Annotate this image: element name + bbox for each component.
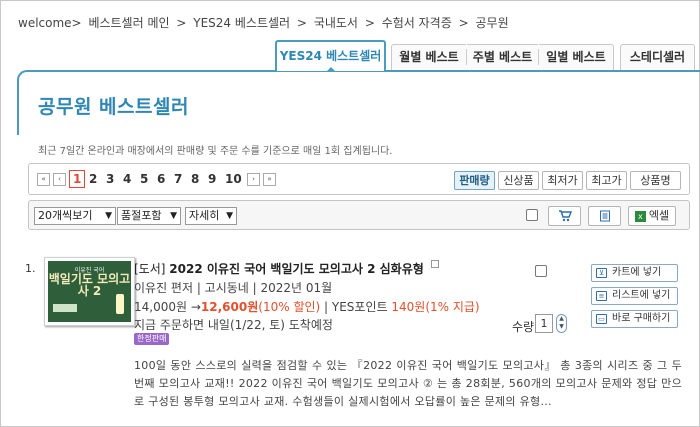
stock-filter-value: 품절포함 (121, 209, 162, 222)
limited-sale-badge: 한정판매 (134, 333, 170, 345)
per-page-select[interactable]: 20개씩보기 ▼ (34, 207, 116, 225)
list-icon (599, 210, 610, 222)
sort-name-button[interactable]: 상품명 (630, 171, 681, 190)
breadcrumb-yes24-bestseller[interactable]: YES24 베스트셀러 (193, 16, 290, 30)
author-publisher: 이유진 편저 | 고시동네 | 2022년 01월 (134, 281, 333, 295)
points-value: 140원 (391, 300, 426, 314)
tab-monthly-best[interactable]: 월별 베스트 (391, 44, 466, 71)
tab-steady-seller[interactable]: 스테디셀러 (620, 44, 695, 71)
delivery-info: 지금 주문하면 내일(1/22, 토) 도착예정 (134, 318, 333, 332)
page-5[interactable]: 5 (140, 172, 148, 186)
discount-rate: (10% 할인) (258, 300, 321, 314)
breadcrumb-sep: > (296, 16, 307, 30)
breadcrumb-sep: > (364, 16, 375, 30)
chevron-down-icon: ▼ (226, 211, 233, 221)
next-page-icon[interactable]: › (247, 173, 260, 186)
page-6[interactable]: 6 (157, 172, 165, 186)
sort-new-button[interactable]: 신상품 (498, 171, 539, 190)
sort-lowest-price-button[interactable]: 최저가 (542, 171, 583, 190)
product-checkbox[interactable] (535, 265, 547, 277)
per-page-value: 20개씩보기 (38, 209, 93, 222)
breadcrumb-welcome[interactable]: welcome> (18, 16, 82, 30)
product-title-link[interactable]: 2022 이유진 국어 백일기도 모의고사 2 심화유형 (169, 262, 424, 276)
list-icon: ≡ (596, 291, 607, 301)
price-line: 14,000원 →12,600원(10% 할인) | YES포인트 140원(1… (134, 298, 480, 315)
breadcrumb-bestseller-main[interactable]: 베스트셀러 메인 (88, 16, 169, 30)
book-cover-image[interactable]: 이유진 국어 백일기도 모의고사 2 (44, 257, 135, 326)
page-2[interactable]: 2 (89, 172, 97, 186)
quantity-stepper[interactable]: ▲ ▼ (556, 314, 567, 333)
breadcrumb: welcome> 베스트셀러 메인 > YES24 베스트셀러 > 국내도서 >… (18, 14, 512, 31)
chevron-down-icon: ▼ (105, 211, 112, 221)
product-category: [도서] (134, 262, 166, 276)
cart-icon (558, 210, 572, 222)
points-rate: (1% 지급) (425, 300, 480, 314)
breadcrumb-civil-service[interactable]: 공무원 (475, 16, 508, 30)
chevron-down-icon: ▼ (170, 211, 177, 221)
excel-icon: x (634, 210, 646, 222)
add-to-list-button[interactable]: ≡ 리스트에 넣기 (591, 287, 678, 305)
prev-page-icon[interactable]: ‹ (53, 173, 66, 186)
buy-now-label: 바로 구매하기 (612, 313, 671, 324)
breadcrumb-domestic-books[interactable]: 국내도서 (314, 16, 358, 30)
add-to-list-label: 리스트에 넣기 (612, 290, 671, 301)
page-3[interactable]: 3 (106, 172, 114, 186)
original-price: 14,000원 (134, 300, 188, 314)
add-to-cart-label: 카트에 넣기 (612, 267, 662, 278)
quantity-label: 수량 (512, 320, 535, 334)
select-all-checkbox[interactable] (526, 209, 538, 221)
product-title[interactable]: [도서] 2022 이유진 국어 백일기도 모의고사 2 심화유형 (134, 260, 439, 277)
cart-icon: ⊻ (596, 268, 607, 278)
sort-highest-price-button[interactable]: 최고가 (586, 171, 627, 190)
rank-number: 1. (25, 262, 36, 275)
page-1[interactable]: 1 (69, 170, 86, 188)
price-arrow: → (190, 300, 201, 314)
stock-filter-select[interactable]: 품절포함 ▼ (117, 207, 181, 225)
tab-yes24-bestseller[interactable]: YES24 베스트셀러 (275, 40, 386, 72)
tab-weekly-best[interactable]: 주별 베스트 (467, 44, 538, 71)
page-9[interactable]: 9 (208, 172, 216, 186)
breadcrumb-sep: > (458, 16, 469, 30)
new-window-icon[interactable] (430, 260, 439, 268)
sale-price: 12,600원 (200, 300, 259, 314)
last-page-icon[interactable]: » (263, 173, 276, 186)
points-label: | YES포인트 (320, 300, 392, 314)
view-mode-select[interactable]: 자세히 ▼ (185, 207, 237, 225)
ranking-description: 최근 7일간 온라인과 매장에서의 판매량 및 주문 수를 기준으로 매일 1회… (38, 146, 393, 157)
pagination-bar: « ‹ 1 2 3 4 5 6 7 8 9 10 › » 판매량 신상품 최저가… (28, 163, 690, 195)
card-icon: ▭ (596, 314, 607, 324)
tab-daily-best[interactable]: 일별 베스트 (539, 44, 614, 71)
add-selected-to-list-button[interactable] (588, 206, 621, 226)
product-summary: 100일 동안 스스로의 실력을 점검할 수 있는 『2022 이유진 국어 백… (134, 359, 682, 408)
page-8[interactable]: 8 (191, 172, 199, 186)
view-mode-value: 자세히 (189, 209, 220, 222)
page-10[interactable]: 10 (225, 172, 242, 186)
first-page-icon[interactable]: « (37, 173, 50, 186)
breadcrumb-exam-books[interactable]: 수험서 자격증 (382, 16, 452, 30)
excel-export-button[interactable]: x 엑셀 (628, 206, 676, 226)
view-options-bar: 20개씩보기 ▼ 품절포함 ▼ 자세히 ▼ x 엑셀 (28, 200, 690, 230)
buy-now-button[interactable]: ▭ 바로 구매하기 (591, 310, 678, 328)
page-4[interactable]: 4 (123, 172, 131, 186)
page-7[interactable]: 7 (174, 172, 182, 186)
quantity-input[interactable]: 1 (535, 314, 553, 333)
page-title: 공무원 베스트셀러 (38, 96, 189, 118)
sort-sales-button[interactable]: 판매량 (454, 171, 495, 190)
add-selected-to-cart-button[interactable] (548, 206, 581, 226)
add-to-cart-button[interactable]: ⊻ 카트에 넣기 (591, 264, 678, 282)
excel-label: 엑셀 (648, 209, 670, 222)
breadcrumb-sep: > (176, 16, 187, 30)
